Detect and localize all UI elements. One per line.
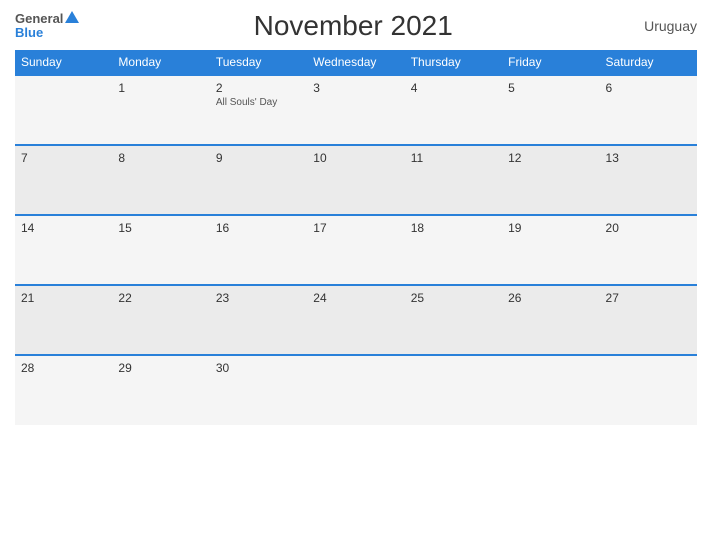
calendar-cell: 9 [210, 145, 307, 215]
calendar-cell: 24 [307, 285, 404, 355]
day-number: 7 [21, 151, 106, 165]
calendar-title: November 2021 [79, 10, 627, 42]
day-number: 9 [216, 151, 301, 165]
header-wednesday: Wednesday [307, 50, 404, 75]
day-number: 1 [118, 81, 203, 95]
day-number: 28 [21, 361, 106, 375]
event-text: All Souls' Day [216, 97, 301, 108]
calendar-cell: 3 [307, 75, 404, 145]
day-number: 22 [118, 291, 203, 305]
calendar-cell [600, 355, 697, 425]
calendar-cell: 6 [600, 75, 697, 145]
calendar-cell [502, 355, 599, 425]
day-number: 29 [118, 361, 203, 375]
day-number: 8 [118, 151, 203, 165]
day-number: 3 [313, 81, 398, 95]
calendar-cell: 13 [600, 145, 697, 215]
calendar-cell: 19 [502, 215, 599, 285]
header-saturday: Saturday [600, 50, 697, 75]
calendar-header: General Blue November 2021 Uruguay [15, 10, 697, 42]
logo-general-text: General [15, 12, 79, 26]
calendar-cell: 22 [112, 285, 209, 355]
day-number: 30 [216, 361, 301, 375]
calendar-cell: 7 [15, 145, 112, 215]
calendar-cell: 12 [502, 145, 599, 215]
header-monday: Monday [112, 50, 209, 75]
calendar-cell [307, 355, 404, 425]
calendar-cell: 28 [15, 355, 112, 425]
calendar-cell: 26 [502, 285, 599, 355]
calendar-cell: 11 [405, 145, 502, 215]
calendar-container: General Blue November 2021 Uruguay Sunda… [0, 0, 712, 550]
header-tuesday: Tuesday [210, 50, 307, 75]
calendar-cell: 23 [210, 285, 307, 355]
calendar-cell: 21 [15, 285, 112, 355]
day-number: 27 [606, 291, 691, 305]
day-number: 6 [606, 81, 691, 95]
day-number: 21 [21, 291, 106, 305]
day-number: 26 [508, 291, 593, 305]
day-number: 18 [411, 221, 496, 235]
day-number: 24 [313, 291, 398, 305]
calendar-cell: 2 All Souls' Day [210, 75, 307, 145]
calendar-cell: 27 [600, 285, 697, 355]
header-sunday: Sunday [15, 50, 112, 75]
week-row-2: 789 10 11 12 13 [15, 145, 697, 215]
calendar-cell: 5 [502, 75, 599, 145]
calendar-cell [405, 355, 502, 425]
day-number: 2 [216, 81, 301, 95]
calendar-cell: 15 [112, 215, 209, 285]
day-number: 13 [606, 151, 691, 165]
week-row-1: 12 All Souls' Day 3456 [15, 75, 697, 145]
calendar-cell: 14 [15, 215, 112, 285]
day-number: 12 [508, 151, 593, 165]
header-friday: Friday [502, 50, 599, 75]
header-thursday: Thursday [405, 50, 502, 75]
logo-triangle-icon [65, 11, 79, 23]
weekday-header-row: Sunday Monday Tuesday Wednesday Thursday… [15, 50, 697, 75]
calendar-cell: 30 [210, 355, 307, 425]
week-row-4: 21 22 23 24 25 26 27 [15, 285, 697, 355]
calendar-cell [15, 75, 112, 145]
calendar-cell: 20 [600, 215, 697, 285]
calendar-cell: 17 [307, 215, 404, 285]
day-number: 25 [411, 291, 496, 305]
calendar-cell: 16 [210, 215, 307, 285]
calendar-cell: 25 [405, 285, 502, 355]
week-row-5: 28 29 30 [15, 355, 697, 425]
day-number: 20 [606, 221, 691, 235]
week-row-3: 14 15 16 17 18 19 20 [15, 215, 697, 285]
calendar-cell: 1 [112, 75, 209, 145]
day-number: 14 [21, 221, 106, 235]
logo-blue-text: Blue [15, 26, 43, 40]
day-number: 11 [411, 151, 496, 165]
day-number: 19 [508, 221, 593, 235]
day-number: 17 [313, 221, 398, 235]
calendar-cell: 4 [405, 75, 502, 145]
day-number: 16 [216, 221, 301, 235]
calendar-cell: 8 [112, 145, 209, 215]
day-number: 15 [118, 221, 203, 235]
calendar-cell: 18 [405, 215, 502, 285]
day-number: 5 [508, 81, 593, 95]
country-label: Uruguay [627, 18, 697, 34]
day-number: 23 [216, 291, 301, 305]
logo: General Blue [15, 12, 79, 41]
day-number: 10 [313, 151, 398, 165]
day-number: 4 [411, 81, 496, 95]
calendar-cell: 29 [112, 355, 209, 425]
calendar-cell: 10 [307, 145, 404, 215]
calendar-grid: Sunday Monday Tuesday Wednesday Thursday… [15, 50, 697, 425]
